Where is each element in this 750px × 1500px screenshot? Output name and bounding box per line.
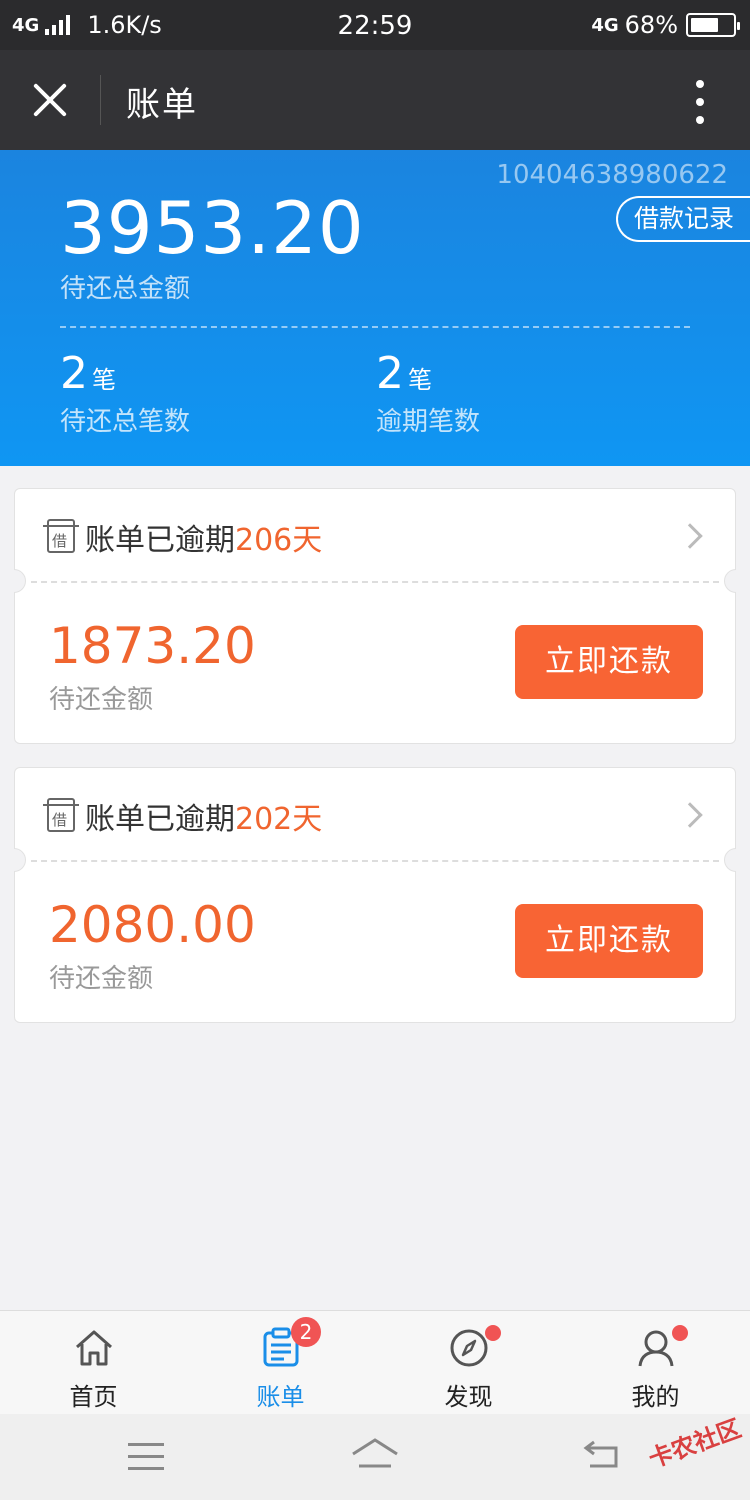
pay-now-button[interactable]: 立即还款	[515, 625, 703, 699]
ticket-notch	[14, 569, 26, 593]
tab-bar: 首页 2 账单 发现 我的	[0, 1310, 750, 1414]
network-type-right: 4G	[591, 14, 619, 36]
bill-amount-label: 待还金额	[49, 964, 154, 994]
watermark: 卡农社区	[644, 1414, 745, 1474]
stat-total-count: 2笔 待还总笔数	[60, 348, 190, 438]
system-home-icon[interactable]	[345, 1434, 405, 1480]
bill-card-header[interactable]: 借 账单已逾期206天	[15, 489, 735, 581]
ticket-notch	[724, 848, 736, 872]
bill-amount-label: 待还金额	[49, 685, 154, 715]
chevron-right-icon	[677, 802, 703, 828]
overdue-days: 202天	[235, 802, 323, 837]
overdue-count-unit: 笔	[408, 366, 432, 394]
system-nav-bar: 卡农社区	[0, 1414, 750, 1500]
overdue-count-label: 逾期笔数	[376, 407, 481, 437]
tab-me-label: 我的	[631, 1383, 680, 1411]
bill-summary: 10404638980622 借款记录 3953.20 待还总金额 2笔 待还总…	[0, 150, 750, 466]
battery-percent: 68%	[624, 11, 678, 39]
page-title: 账单	[126, 85, 198, 125]
more-vertical-icon[interactable]	[690, 80, 710, 124]
summary-divider	[60, 326, 690, 328]
status-bar: 4G 1.6K/s 22:59 4G 68%	[0, 0, 750, 50]
tab-me[interactable]: 我的	[562, 1311, 749, 1415]
bill-amount: 2080.00	[49, 896, 256, 954]
nav-bar: 账单	[0, 50, 750, 150]
total-count-unit: 笔	[92, 366, 116, 394]
battery-fill	[691, 18, 719, 32]
tab-discover[interactable]: 发现	[375, 1311, 562, 1415]
bill-card-header[interactable]: 借 账单已逾期202天	[15, 768, 735, 860]
tab-discover-label: 发现	[444, 1383, 493, 1411]
card-divider	[31, 581, 719, 583]
tab-bill-label: 账单	[256, 1383, 305, 1411]
nav-divider	[100, 75, 101, 125]
total-amount: 3953.20	[60, 186, 365, 270]
bill-status: 账单已逾期206天	[85, 523, 323, 558]
tab-home[interactable]: 首页	[0, 1311, 187, 1415]
overdue-count: 2	[376, 348, 404, 399]
stat-overdue-count: 2笔 逾期笔数	[376, 348, 480, 438]
card-divider	[31, 860, 719, 862]
system-back-icon[interactable]	[572, 1434, 632, 1480]
close-icon[interactable]	[30, 80, 70, 120]
battery-icon	[686, 13, 740, 37]
tab-home-label: 首页	[69, 1383, 118, 1411]
ticket-notch	[724, 569, 736, 593]
pay-now-button[interactable]: 立即还款	[515, 904, 703, 978]
overdue-days: 206天	[235, 523, 323, 558]
bill-status: 账单已逾期202天	[85, 802, 323, 837]
chevron-right-icon	[677, 523, 703, 549]
home-icon	[76, 1330, 112, 1366]
status-right: 4G 68%	[591, 11, 740, 39]
ticket-notch	[14, 848, 26, 872]
bill-badge: 2	[291, 1317, 321, 1347]
total-count-label: 待还总笔数	[60, 407, 191, 437]
account-number: 10404638980622	[496, 160, 728, 190]
receipt-icon: 借	[43, 519, 79, 553]
bill-card: 借 账单已逾期206天 1873.20 待还金额 立即还款	[14, 488, 736, 744]
discover-dot	[485, 1325, 501, 1341]
tab-bill[interactable]: 2 账单	[187, 1311, 374, 1415]
user-icon	[638, 1330, 674, 1367]
total-amount-label: 待还总金额	[60, 274, 191, 304]
bill-card: 借 账单已逾期202天 2080.00 待还金额 立即还款	[14, 767, 736, 1023]
me-dot	[672, 1325, 688, 1341]
receipt-icon: 借	[43, 798, 79, 832]
total-count: 2	[60, 348, 88, 399]
compass-icon	[450, 1329, 488, 1367]
bill-amount: 1873.20	[49, 617, 256, 675]
menu-icon[interactable]	[116, 1434, 176, 1480]
loan-record-button[interactable]: 借款记录	[615, 196, 750, 242]
